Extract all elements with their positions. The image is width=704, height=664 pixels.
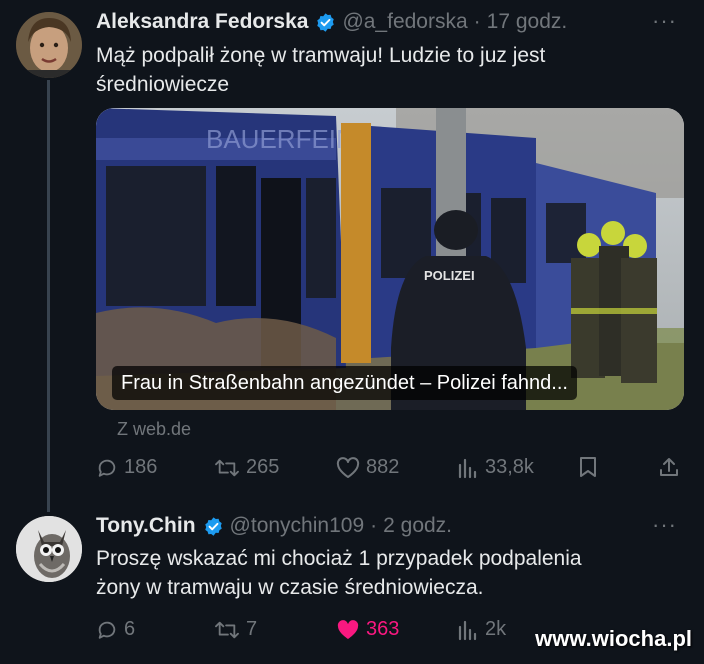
more-options-icon[interactable]: ··· (652, 8, 677, 34)
thread-connector-line (47, 80, 50, 512)
views-chart-icon (458, 620, 477, 640)
avatar-image (16, 12, 82, 78)
like-button[interactable]: 363 (336, 618, 399, 641)
heart-filled-icon (337, 619, 359, 639)
reply-button[interactable]: 6 (96, 618, 135, 641)
card-caption: Frau in Straßenbahn angezündet – Polizei… (112, 366, 577, 400)
retweet-button[interactable]: 265 (214, 456, 279, 479)
vest-lettering: POLIZEI (424, 268, 475, 283)
tweet-text: Mąż podpalił żonę w tramwaju! Ludzie to … (96, 41, 545, 99)
tweet-header: Aleksandra Fedorska @a_fedorska · 17 god… (96, 10, 567, 34)
views-button[interactable]: 2k (457, 618, 506, 641)
like-button[interactable]: 882 (336, 456, 399, 479)
author-handle[interactable]: @a_fedorska (342, 10, 467, 34)
bookmark-button[interactable] (578, 456, 604, 478)
verified-badge-icon (317, 12, 335, 32)
reply-button[interactable]: 186 (96, 456, 157, 479)
retweet-count: 265 (246, 456, 280, 478)
tweet-text-line: średniowiecze (96, 73, 230, 96)
avatar[interactable] (16, 12, 82, 78)
link-preview-card[interactable]: BAUERFEIND POLIZEI Frau in Straßenbahn a… (96, 108, 684, 410)
views-count: 33,8k (485, 456, 534, 478)
views-count: 2k (485, 618, 507, 640)
share-button[interactable] (658, 456, 686, 478)
retweet-count: 7 (246, 618, 258, 640)
avatar[interactable] (16, 516, 82, 582)
author-name[interactable]: Aleksandra Fedorska (96, 10, 308, 34)
watermark: www.wiocha.pl (535, 626, 692, 651)
bookmark-icon (580, 457, 596, 477)
like-count: 882 (366, 456, 400, 478)
retweet-icon (215, 459, 239, 476)
retweet-button[interactable]: 7 (214, 618, 257, 641)
share-icon (660, 458, 678, 476)
reply-icon (98, 621, 116, 639)
retweet-icon (215, 621, 239, 638)
reply-count: 6 (124, 618, 136, 640)
tweet-text-line: żony w tramwaju w czasie średniowiecza. (96, 576, 484, 599)
tweet-header: Tony.Chin @tonychin109 · 2 godz. (96, 514, 452, 538)
reply-count: 186 (124, 456, 158, 478)
heart-icon (336, 456, 360, 478)
views-button[interactable]: 33,8k (457, 456, 534, 479)
reply-icon (98, 459, 116, 477)
tweet-text-line: Mąż podpalił żonę w tramwaju! Ludzie to … (96, 44, 546, 67)
separator-dot: · (370, 514, 378, 537)
separator-dot: · (473, 10, 481, 33)
timestamp[interactable]: 17 godz. (487, 10, 568, 34)
tweet-text-line: Proszę wskazać mi chociaż 1 przypadek po… (96, 547, 582, 570)
article-photo: BAUERFEIND POLIZEI (96, 108, 684, 410)
verified-badge-icon (204, 516, 222, 536)
views-chart-icon (458, 458, 477, 478)
avatar-image (16, 516, 82, 582)
link-source[interactable]: Z web.de (117, 419, 191, 440)
like-count: 363 (366, 618, 400, 640)
timestamp[interactable]: 2 godz. (383, 514, 452, 538)
author-name[interactable]: Tony.Chin (96, 514, 196, 538)
tweet-text: Proszę wskazać mi chociaż 1 przypadek po… (96, 544, 582, 602)
author-handle[interactable]: @tonychin109 (230, 514, 365, 538)
more-options-icon[interactable]: ··· (652, 512, 677, 538)
